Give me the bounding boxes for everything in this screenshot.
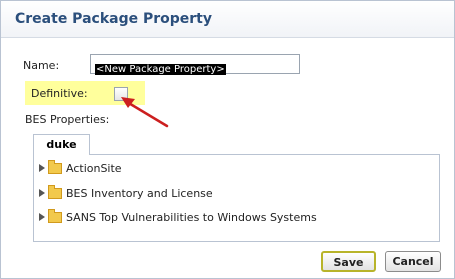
expand-arrow-icon[interactable] — [39, 213, 45, 221]
create-package-property-dialog: Create Package Property Name: <New Packa… — [0, 0, 455, 279]
dialog-title: Create Package Property — [15, 11, 212, 27]
cancel-button[interactable]: Cancel — [385, 251, 441, 272]
dialog-header: Create Package Property — [1, 1, 454, 38]
bes-properties-label: BES Properties: — [25, 113, 110, 126]
tab-duke[interactable]: duke — [33, 134, 90, 155]
tree-item-sans-top-vulnerabilities[interactable]: SANS Top Vulnerabilities to Windows Syst… — [39, 208, 317, 224]
save-button[interactable]: Save — [321, 251, 376, 272]
tree-item-label: SANS Top Vulnerabilities to Windows Syst… — [66, 210, 317, 224]
tree-item-actionsite[interactable]: ActionSite — [39, 159, 122, 175]
folder-icon — [48, 208, 62, 223]
tree-item-label: BES Inventory and License — [66, 186, 213, 200]
definitive-label: Definitive: — [31, 87, 88, 100]
folder-icon — [48, 159, 62, 174]
tree-item-label: ActionSite — [66, 161, 122, 175]
bes-properties-tree: ActionSite BES Inventory and License SAN… — [33, 154, 440, 242]
name-input[interactable]: <New Package Property> — [90, 54, 300, 75]
name-input-value: <New Package Property> — [95, 64, 226, 75]
folder-icon — [48, 184, 62, 199]
expand-arrow-icon[interactable] — [39, 164, 45, 172]
name-label: Name: — [23, 59, 60, 72]
red-arrow-annotation — [121, 97, 169, 128]
tree-item-bes-inventory[interactable]: BES Inventory and License — [39, 184, 213, 200]
expand-arrow-icon[interactable] — [39, 189, 45, 197]
